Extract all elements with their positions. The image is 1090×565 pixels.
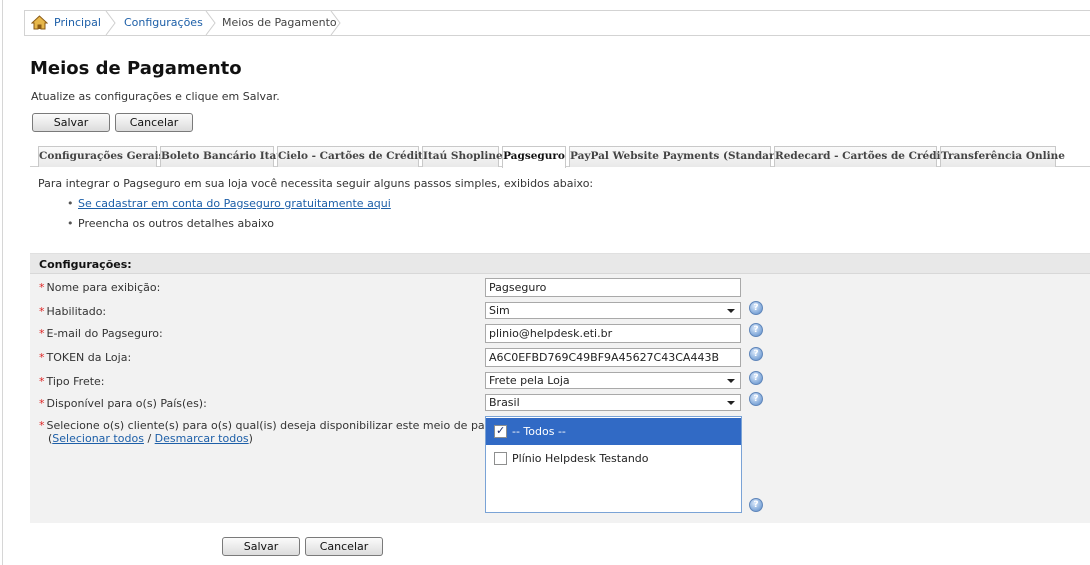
breadcrumb-separator: [205, 11, 216, 35]
tab-pagseguro[interactable]: Pagseguro: [502, 146, 566, 168]
enabled-select[interactable]: Sim: [485, 302, 741, 319]
help-icon[interactable]: ?: [749, 347, 763, 361]
deselect-all-link[interactable]: Desmarcar todos: [155, 432, 249, 445]
tab-bar: Configurações Gerais Boleto Bancário Ita…: [30, 146, 1090, 168]
page-left-border: [2, 0, 3, 565]
list-item[interactable]: -- Todos --: [486, 418, 741, 445]
customers-listbox[interactable]: -- Todos -- Plínio Helpdesk Testando: [485, 416, 742, 513]
cancel-button-bottom[interactable]: Cancelar: [305, 537, 383, 556]
home-icon[interactable]: [31, 15, 48, 30]
breadcrumb-current: Meios de Pagamento: [222, 16, 337, 29]
pagseguro-intro: Para integrar o Pagseguro em sua loja vo…: [38, 177, 594, 190]
save-button-bottom[interactable]: Salvar: [222, 537, 300, 556]
required-mark: *: [39, 419, 45, 432]
save-button-top[interactable]: Salvar: [32, 113, 110, 132]
shipping-type-label: * Tipo Frete:: [39, 375, 105, 388]
required-mark: *: [39, 375, 45, 388]
breadcrumb-principal-link[interactable]: Principal: [54, 11, 101, 35]
tab-paypal[interactable]: PayPal Website Payments (Standard): [569, 146, 787, 167]
tab-redecard[interactable]: Redecard - Cartões de Crédito: [774, 146, 952, 167]
breadcrumb-separator: [330, 11, 341, 35]
page-subtitle: Atualize as configurações e clique em Sa…: [31, 90, 280, 103]
enabled-label: * Habilitado:: [39, 305, 107, 318]
help-icon[interactable]: ?: [749, 301, 763, 315]
list-item-text: Preencha os outros detalhes abaixo: [78, 217, 274, 230]
select-all-link[interactable]: Selecionar todos: [52, 432, 144, 445]
required-mark: *: [39, 351, 45, 364]
breadcrumb-separator: [105, 11, 116, 35]
signup-link[interactable]: Se cadastrar em conta do Pagseguro gratu…: [78, 197, 391, 210]
email-label: * E-mail do Pagseguro:: [39, 327, 163, 340]
token-label: * TOKEN da Loja:: [39, 351, 132, 364]
countries-select[interactable]: Brasil: [485, 394, 741, 411]
countries-label: * Disponível para o(s) País(es):: [39, 397, 207, 410]
config-panel-header: Configurações:: [30, 254, 1090, 274]
token-input[interactable]: A6C0EFBD769C49BF9A45627C43CA443B: [485, 348, 741, 367]
display-name-label: * Nome para exibição:: [39, 281, 161, 294]
chevron-down-icon: [727, 401, 735, 405]
tab-boleto-itau[interactable]: Boleto Bancário Itaú: [160, 146, 284, 167]
tab-cielo[interactable]: Cielo - Cartões de Crédito: [277, 146, 430, 167]
list-item[interactable]: Plínio Helpdesk Testando: [486, 445, 741, 472]
list-item: Se cadastrar em conta do Pagseguro gratu…: [67, 197, 391, 210]
config-panel-title: Configurações:: [39, 258, 132, 271]
page-title: Meios de Pagamento: [30, 58, 242, 79]
help-icon[interactable]: ?: [749, 323, 763, 337]
checkbox[interactable]: [494, 452, 507, 465]
help-icon[interactable]: ?: [749, 392, 763, 406]
required-mark: *: [39, 397, 45, 410]
shipping-type-select[interactable]: Frete pela Loja: [485, 372, 741, 389]
chevron-down-icon: [727, 309, 735, 313]
tab-itau-shopline[interactable]: Itaú Shopline: [422, 146, 503, 167]
cancel-button-top[interactable]: Cancelar: [115, 113, 193, 132]
list-item: Preencha os outros detalhes abaixo: [67, 217, 274, 230]
display-name-input[interactable]: Pagseguro: [485, 278, 741, 297]
breadcrumb-configuracoes-link[interactable]: Configurações: [124, 11, 203, 35]
breadcrumb: Principal Configurações Meios de Pagamen…: [24, 10, 1090, 36]
email-input[interactable]: plinio@helpdesk.eti.br: [485, 324, 741, 343]
help-icon[interactable]: ?: [749, 371, 763, 385]
tab-configuracoes-gerais[interactable]: Configurações Gerais: [38, 146, 164, 167]
checkbox[interactable]: [494, 424, 507, 438]
chevron-down-icon: [727, 379, 735, 383]
required-mark: *: [39, 281, 45, 294]
customers-label: * Selecione o(s) cliente(s) para o(s) qua…: [39, 419, 541, 432]
required-mark: *: [39, 305, 45, 318]
select-links: (Selecionar todos / Desmarcar todos): [48, 432, 253, 445]
help-icon[interactable]: ?: [749, 498, 763, 512]
required-mark: *: [39, 327, 45, 340]
tab-transferencia-online[interactable]: Transferência Online: [940, 146, 1065, 167]
